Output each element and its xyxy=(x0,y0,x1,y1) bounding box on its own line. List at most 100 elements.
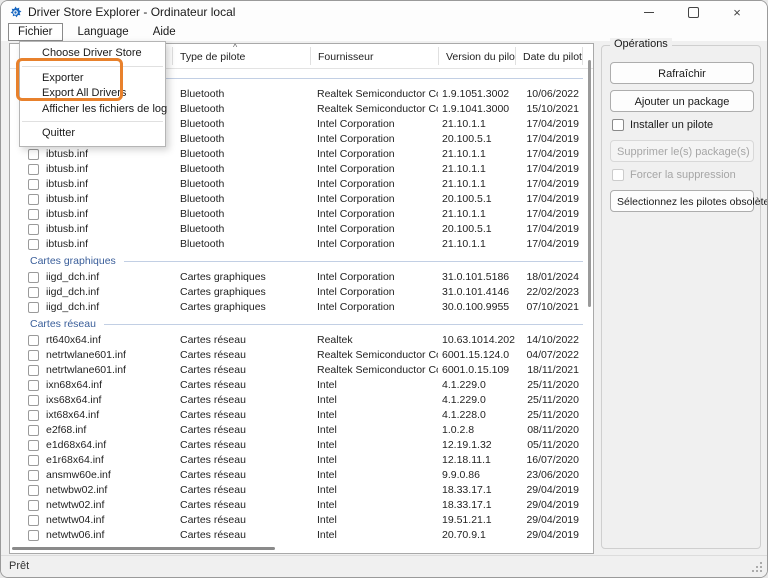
column-separator[interactable] xyxy=(172,47,173,65)
menu-item-afficher-les-fichiers-de-log[interactable]: Afficher les fichiers de log xyxy=(20,102,165,118)
vendor-cell: Intel Corporation xyxy=(310,162,438,177)
row-checkbox[interactable] xyxy=(28,500,39,511)
row-checkbox[interactable] xyxy=(28,470,39,481)
installer-un-pilote-checkbox[interactable]: Installer un pilote xyxy=(612,118,752,132)
menu-language[interactable]: Language xyxy=(69,24,138,40)
vendor-cell: Realtek Semiconductor Corp. xyxy=(310,102,438,117)
column-separator[interactable] xyxy=(310,47,311,65)
table-row[interactable]: ixt68x64.infCartes réseauIntel4.1.228.02… xyxy=(10,408,593,423)
menu-item-quitter[interactable]: Quitter xyxy=(20,126,165,142)
menu-item-export-all-drivers[interactable]: Export All Drivers xyxy=(20,86,165,102)
driver-type-cell: Cartes réseau xyxy=(172,348,310,363)
maximize-button[interactable] xyxy=(671,1,715,23)
driver-type-cell: Cartes réseau xyxy=(172,408,310,423)
table-row[interactable]: ibtusb.infBluetoothIntel Corporation20.1… xyxy=(10,222,593,237)
row-checkbox[interactable] xyxy=(28,530,39,541)
table-row[interactable]: iigd_dch.infCartes graphiquesIntel Corpo… xyxy=(10,285,593,300)
version-cell: 20.70.9.1 xyxy=(438,528,515,543)
table-row[interactable]: rt640x64.infCartes réseauRealtek10.63.10… xyxy=(10,333,593,348)
version-cell: 21.10.1.1 xyxy=(438,117,515,132)
group-header: Cartes réseau xyxy=(10,315,593,333)
checkbox-icon xyxy=(612,169,624,181)
menu-fichier[interactable]: Fichier xyxy=(8,23,63,41)
table-row[interactable]: netwtw02.infCartes réseauIntel18.33.17.1… xyxy=(10,498,593,513)
driver-type-cell: Cartes réseau xyxy=(172,378,310,393)
table-row[interactable]: netwtw06.infCartes réseauIntel20.70.9.12… xyxy=(10,528,593,543)
inf-name: netrtwlane601.inf xyxy=(46,348,126,363)
column-header-fournisseur[interactable]: Fournisseur xyxy=(310,44,438,68)
table-row[interactable]: iigd_dch.infCartes graphiquesIntel Corpo… xyxy=(10,270,593,285)
table-row[interactable]: ibtusb.infBluetoothIntel Corporation21.1… xyxy=(10,147,593,162)
s-lectionnez-les-pilotes-obsol-tes-button[interactable]: Sélectionnez les pilotes obsolètes xyxy=(610,190,754,212)
date-cell: 23/06/2020 xyxy=(515,468,582,483)
row-checkbox[interactable] xyxy=(28,380,39,391)
date-cell: 15/10/2021 xyxy=(515,102,582,117)
column-header-date-du-pilote[interactable]: Date du pilote xyxy=(515,44,582,68)
vertical-scrollbar-thumb[interactable] xyxy=(588,60,591,307)
version-cell: 21.10.1.1 xyxy=(438,147,515,162)
row-checkbox[interactable] xyxy=(28,194,39,205)
version-cell: 6001.15.124.0 xyxy=(438,348,515,363)
table-row[interactable]: netwtw04.infCartes réseauIntel19.51.21.1… xyxy=(10,513,593,528)
menu-item-choose-driver-store[interactable]: Choose Driver Store xyxy=(20,46,165,62)
vendor-cell: Intel xyxy=(310,528,438,543)
version-cell: 21.10.1.1 xyxy=(438,237,515,252)
horizontal-scrollbar-thumb[interactable] xyxy=(12,547,275,550)
table-row[interactable]: ibtusb.infBluetoothIntel Corporation21.1… xyxy=(10,177,593,192)
inf-name: e1d68x64.inf xyxy=(46,438,106,453)
row-checkbox[interactable] xyxy=(28,335,39,346)
vendor-cell: Intel Corporation xyxy=(310,147,438,162)
table-row[interactable]: ixs68x64.infCartes réseauIntel4.1.229.02… xyxy=(10,393,593,408)
inf-name: e2f68.inf xyxy=(46,423,86,438)
column-separator[interactable] xyxy=(582,47,583,65)
row-checkbox[interactable] xyxy=(28,302,39,313)
column-separator[interactable] xyxy=(515,47,516,65)
table-row[interactable]: e1d68x64.infCartes réseauIntel12.19.1.32… xyxy=(10,438,593,453)
driver-type-cell: Cartes réseau xyxy=(172,438,310,453)
resize-grip-icon[interactable] xyxy=(760,570,762,572)
group-header-line xyxy=(104,324,583,325)
table-row[interactable]: netwbw02.infCartes réseauIntel18.33.17.1… xyxy=(10,483,593,498)
column-header-version-du-pilote[interactable]: Version du pilote xyxy=(438,44,515,68)
row-checkbox[interactable] xyxy=(28,209,39,220)
inf-name: netrtwlane601.inf xyxy=(46,363,126,378)
table-row[interactable]: e1r68x64.infCartes réseauIntel12.18.11.1… xyxy=(10,453,593,468)
row-checkbox[interactable] xyxy=(28,287,39,298)
table-row[interactable]: netrtwlane601.infCartes réseauRealtek Se… xyxy=(10,363,593,378)
column-separator[interactable] xyxy=(438,47,439,65)
row-checkbox[interactable] xyxy=(28,149,39,160)
close-button[interactable]: × xyxy=(715,1,759,23)
table-row[interactable]: ansmw60e.infCartes réseauIntel9.9.0.8623… xyxy=(10,468,593,483)
table-row[interactable]: e2f68.infCartes réseauIntel1.0.2.808/11/… xyxy=(10,423,593,438)
ajouter-un-package-button[interactable]: Ajouter un package xyxy=(610,90,754,112)
vendor-cell: Intel xyxy=(310,513,438,528)
table-row[interactable]: ibtusb.infBluetoothIntel Corporation21.1… xyxy=(10,237,593,252)
row-checkbox[interactable] xyxy=(28,455,39,466)
row-checkbox[interactable] xyxy=(28,395,39,406)
rafra-chir-button[interactable]: Rafraîchir xyxy=(610,62,754,84)
table-row[interactable]: ibtusb.infBluetoothIntel Corporation21.1… xyxy=(10,207,593,222)
row-checkbox[interactable] xyxy=(28,485,39,496)
menu-aide[interactable]: Aide xyxy=(144,24,185,40)
table-row[interactable]: ixn68x64.infCartes réseauIntel4.1.229.02… xyxy=(10,378,593,393)
row-checkbox[interactable] xyxy=(28,410,39,421)
table-row[interactable]: ibtusb.infBluetoothIntel Corporation20.1… xyxy=(10,192,593,207)
row-checkbox[interactable] xyxy=(28,425,39,436)
menu-item-exporter[interactable]: Exporter xyxy=(20,71,165,87)
table-row[interactable]: netrtwlane601.infCartes réseauRealtek Se… xyxy=(10,348,593,363)
column-header-type-de-pilote[interactable]: Type de pilote xyxy=(172,44,310,68)
row-checkbox[interactable] xyxy=(28,515,39,526)
table-row[interactable]: iigd_dch.infCartes graphiquesIntel Corpo… xyxy=(10,300,593,315)
row-checkbox[interactable] xyxy=(28,272,39,283)
table-row[interactable]: ibtusb.infBluetoothIntel Corporation21.1… xyxy=(10,162,593,177)
row-checkbox[interactable] xyxy=(28,224,39,235)
row-checkbox[interactable] xyxy=(28,365,39,376)
row-checkbox[interactable] xyxy=(28,179,39,190)
inf-name: netwtw04.inf xyxy=(46,513,104,528)
row-checkbox[interactable] xyxy=(28,164,39,175)
minimize-button[interactable] xyxy=(627,1,671,23)
date-cell: 17/04/2019 xyxy=(515,237,582,252)
row-checkbox[interactable] xyxy=(28,440,39,451)
row-checkbox[interactable] xyxy=(28,239,39,250)
row-checkbox[interactable] xyxy=(28,350,39,361)
